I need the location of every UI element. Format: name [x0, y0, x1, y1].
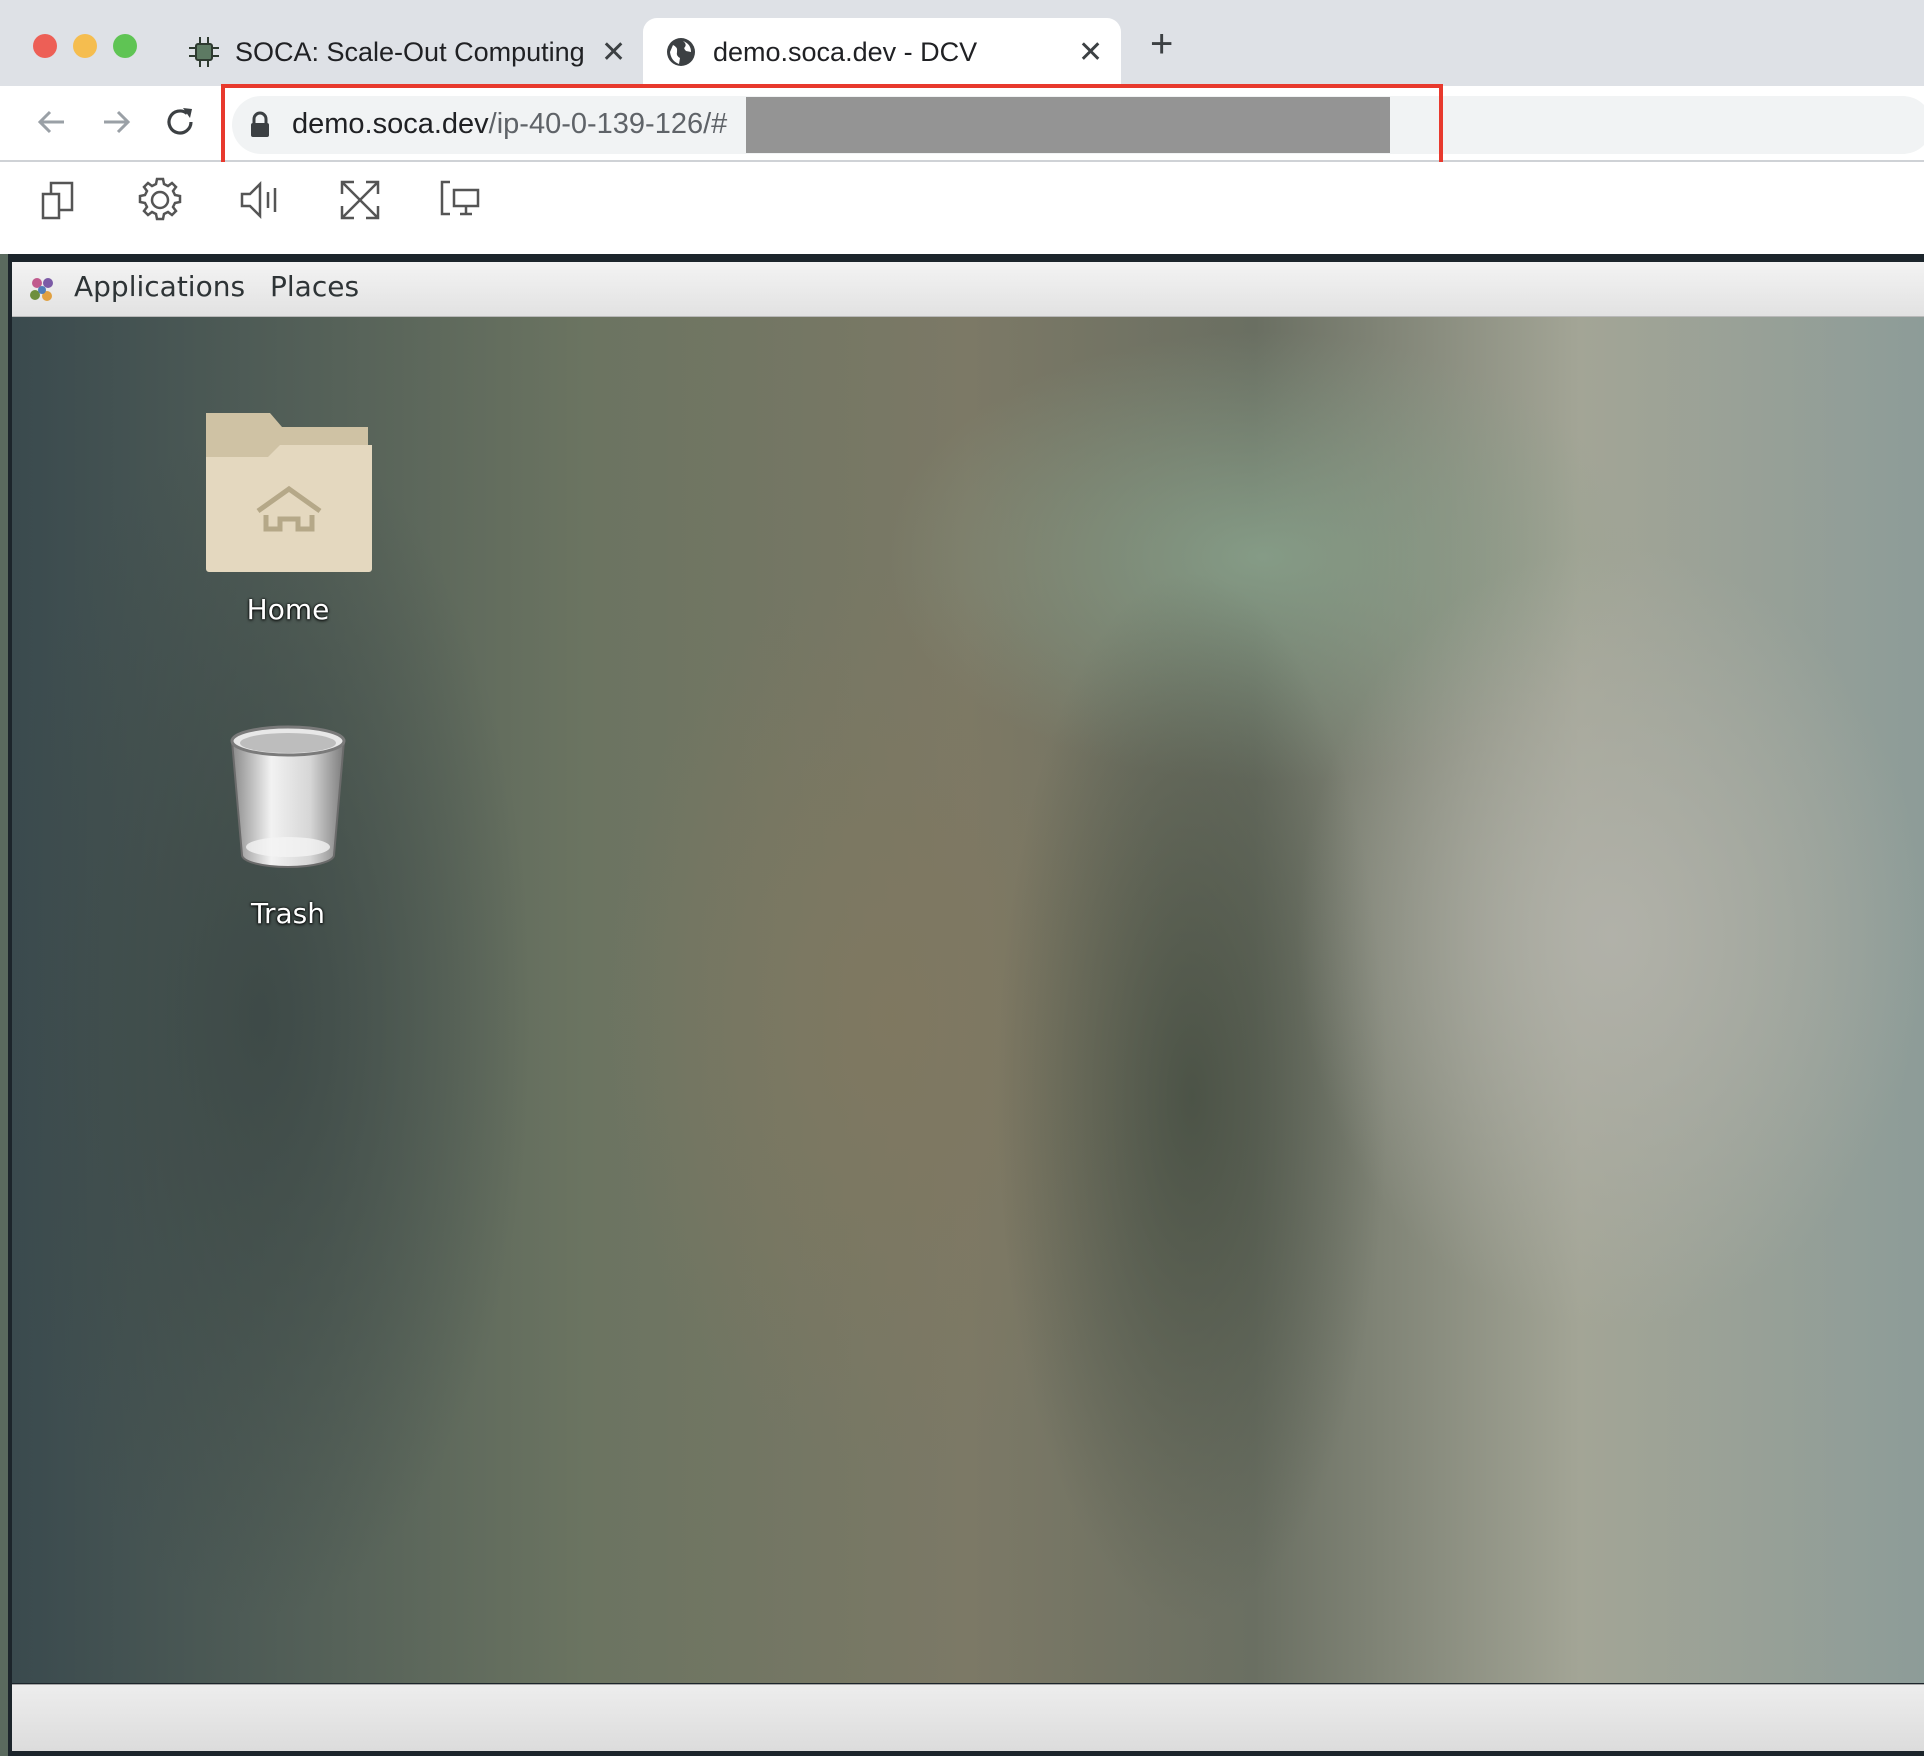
applications-menu[interactable]: Applications: [74, 270, 245, 303]
tab-close-button[interactable]: ✕: [601, 38, 626, 68]
bug-circuit-icon: [189, 37, 219, 67]
tab-title: demo.soca.dev - DCV: [713, 37, 978, 67]
trash-can-icon: [230, 725, 346, 868]
desktop-background: Home Trash: [12, 317, 1924, 1683]
tab-soca[interactable]: SOCA: Scale-Out Computing o ✕: [175, 18, 635, 86]
audio-speaker-icon[interactable]: [230, 170, 290, 230]
tab-title: SOCA: Scale-Out Computing o: [235, 37, 587, 67]
home-folder-icon: [206, 413, 372, 572]
fullscreen-expand-icon[interactable]: [330, 170, 390, 230]
tab-close-button[interactable]: ✕: [1078, 38, 1103, 68]
arrow-left-icon[interactable]: [34, 104, 70, 140]
clipboard-icon[interactable]: [30, 170, 90, 230]
arrow-right-icon[interactable]: [98, 104, 134, 140]
home-label: Home: [246, 593, 330, 626]
tab-dcv[interactable]: demo.soca.dev - DCV ✕: [643, 18, 1121, 86]
window-zoom-button[interactable]: [113, 34, 137, 58]
window-close-button[interactable]: [33, 34, 57, 58]
desktop-icon-home[interactable]: Home: [172, 407, 392, 627]
gnome-foot-icon: [30, 278, 53, 301]
multi-monitor-icon[interactable]: [430, 170, 490, 230]
window-minimize-button[interactable]: [73, 34, 97, 58]
new-tab-button[interactable]: +: [1150, 24, 1173, 64]
settings-gear-icon[interactable]: [130, 170, 190, 230]
trash-label: Trash: [251, 897, 325, 930]
address-highlight-box: [221, 84, 1443, 174]
desktop-icon-trash[interactable]: Trash: [172, 717, 392, 937]
reload-icon[interactable]: [162, 104, 198, 140]
places-menu[interactable]: Places: [270, 270, 359, 303]
gnome-bottom-panel: [12, 1684, 1924, 1751]
globe-icon: [667, 38, 695, 66]
